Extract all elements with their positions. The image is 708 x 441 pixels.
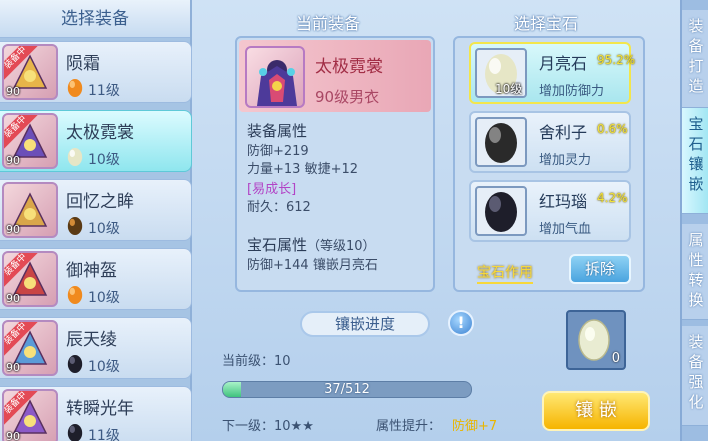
equipment-level: 90 bbox=[6, 430, 20, 441]
gem-attr-line: 防御+144 镶嵌月亮石 bbox=[247, 258, 378, 273]
gem-level: 10级 bbox=[88, 221, 120, 237]
attr-defense: 防御+219 bbox=[247, 144, 309, 159]
gem-rate: 0.6% bbox=[597, 122, 628, 136]
inlay-progress-bar: 37/512 bbox=[222, 381, 472, 398]
function-tabs: 装备打造宝石镶嵌属性转换装备强化 bbox=[680, 0, 708, 441]
equipment-name: 太极霓裳 bbox=[315, 57, 383, 77]
equipment-item[interactable]: 装备中 90 御神盔 10级 bbox=[0, 248, 192, 310]
tab-2[interactable]: 属性转换 bbox=[682, 224, 708, 320]
tab-label: 装备强化 bbox=[688, 333, 704, 411]
gem-rate: 4.2% bbox=[597, 191, 628, 205]
gem-icon bbox=[66, 423, 84, 441]
gem-level: 10级 bbox=[88, 290, 120, 306]
equipment-thumbnail-icon: 装备中 90 bbox=[2, 251, 58, 307]
gem-icon bbox=[66, 216, 84, 236]
equipment-attr-title: 装备属性 bbox=[247, 122, 308, 140]
equipment-level: 90 bbox=[6, 361, 20, 374]
equipment-thumbnail-icon: 90 bbox=[2, 182, 58, 238]
robe-icon bbox=[245, 46, 305, 108]
inlay-button[interactable]: 镶 嵌 bbox=[542, 391, 650, 431]
tab-0[interactable]: 装备打造 bbox=[682, 10, 708, 108]
equipment-item[interactable]: 90 回忆之眸 10级 bbox=[0, 179, 192, 241]
gem-level: 10级 bbox=[88, 152, 120, 168]
gem-icon bbox=[66, 285, 84, 305]
equipment-thumbnail-icon: 装备中 90 bbox=[2, 389, 58, 441]
equipment-item[interactable]: 装备中 90 陨霜 11级 bbox=[0, 41, 192, 103]
gem-option[interactable]: 舍利子 0.6% 增加灵力 bbox=[469, 111, 631, 173]
gem-effect-link[interactable]: 宝石作用 bbox=[477, 262, 533, 284]
gem-level: 11级 bbox=[88, 83, 120, 99]
gem-icon bbox=[475, 117, 527, 167]
equipment-item[interactable]: 装备中 90 转瞬光年 11级 bbox=[0, 386, 192, 441]
gem-name: 红玛瑙 bbox=[539, 192, 588, 211]
gem-option[interactable]: 10级 月亮石 95.2% 增加防御力 bbox=[469, 42, 635, 104]
tab-label: 属性转换 bbox=[688, 231, 704, 309]
gem-name: 月亮石 bbox=[539, 54, 588, 73]
equipment-list-panel: 选择装备 装备中 90 陨霜 11级 装备中 90 太极霓裳 10级 90 回忆之眸 10级 装备中 9… bbox=[0, 0, 192, 441]
tab-label: 装备打造 bbox=[688, 17, 704, 95]
equipment-header: 太极霓裳 90级男衣 bbox=[239, 40, 431, 112]
next-level: 下一级：10★★ bbox=[222, 419, 314, 434]
equipment-thumbnail-icon: 装备中 90 bbox=[2, 44, 58, 100]
current-level: 当前级：10 bbox=[222, 354, 291, 369]
gem-rate: 95.2% bbox=[597, 53, 636, 67]
equipment-name: 太极霓裳 bbox=[66, 123, 134, 143]
special-tag: [易成长] bbox=[247, 182, 297, 197]
gem-icon bbox=[66, 354, 84, 374]
gem-effect: 增加气血 bbox=[539, 222, 592, 237]
gem-icon bbox=[66, 78, 84, 98]
gem-level: 10级 bbox=[88, 359, 120, 375]
gem-level: 11级 bbox=[88, 428, 120, 441]
gem-cost-count: 0 bbox=[611, 351, 620, 366]
gem-level: 10级 bbox=[495, 82, 523, 96]
equipment-name: 转瞬光年 bbox=[66, 399, 134, 419]
attr-stats: 力量+13 敏捷+12 bbox=[247, 162, 359, 177]
gem-attr-title: 宝石属性（等级10） bbox=[247, 234, 376, 255]
progress-text: 37/512 bbox=[324, 382, 370, 397]
durability: 耐久：612 bbox=[247, 200, 311, 215]
equipment-level: 90 bbox=[6, 85, 20, 98]
gem-icon bbox=[475, 186, 527, 236]
gem-cost-slot[interactable]: 0 bbox=[566, 310, 626, 370]
gem-effect: 增加防御力 bbox=[539, 84, 605, 99]
equipment-item[interactable]: 装备中 90 辰天绫 10级 bbox=[0, 317, 192, 379]
equipment-thumbnail-icon: 装备中 90 bbox=[2, 113, 58, 169]
gem-attr-label: 宝石属性 bbox=[247, 236, 308, 254]
gem-icon bbox=[66, 147, 84, 167]
equipment-name: 御神盔 bbox=[66, 261, 117, 281]
equipment-item[interactable]: 装备中 90 太极霓裳 10级 bbox=[0, 110, 192, 172]
info-icon[interactable]: ! bbox=[448, 310, 474, 336]
equipment-level: 90 bbox=[6, 154, 20, 167]
gem-icon: 10级 bbox=[475, 48, 527, 98]
equipment-thumbnail-icon: 装备中 90 bbox=[2, 320, 58, 376]
gem-attr-level: （等级10） bbox=[307, 239, 376, 254]
gem-option[interactable]: 红玛瑙 4.2% 增加气血 bbox=[469, 180, 631, 242]
equipment-level: 90 bbox=[6, 223, 20, 236]
gem-name: 舍利子 bbox=[539, 123, 588, 142]
equipment-type: 90级男衣 bbox=[315, 88, 380, 106]
attr-gain-label: 属性提升： bbox=[376, 419, 442, 434]
tab-1[interactable]: 宝石镶嵌 bbox=[682, 108, 708, 214]
gem-effect: 增加灵力 bbox=[539, 153, 592, 168]
equipment-list-title: 选择装备 bbox=[0, 0, 190, 38]
inlay-progress-banner: 镶嵌进度 bbox=[300, 311, 430, 337]
remove-gem-button[interactable]: 拆除 bbox=[569, 254, 631, 284]
equipment-level: 90 bbox=[6, 292, 20, 305]
equipment-name: 陨霜 bbox=[66, 54, 100, 74]
tab-label: 宝石镶嵌 bbox=[688, 115, 704, 193]
attr-gain-value: 防御+7 bbox=[452, 419, 498, 434]
current-equipment-card: 太极霓裳 90级男衣 装备属性 防御+219 力量+13 敏捷+12 [易成长]… bbox=[235, 36, 435, 292]
gem-select-title: 选择宝石 bbox=[514, 14, 579, 33]
gem-select-panel: 10级 月亮石 95.2% 增加防御力舍利子 0.6% 增加灵力红玛瑙 4.2% 增加气血 宝… bbox=[453, 36, 645, 292]
tab-3[interactable]: 装备强化 bbox=[682, 326, 708, 426]
equipment-name: 回忆之眸 bbox=[66, 192, 134, 212]
current-equipment-title: 当前装备 bbox=[296, 14, 361, 33]
gem-inlay-window: 选择装备 装备中 90 陨霜 11级 装备中 90 太极霓裳 10级 90 回忆之眸 10级 装备中 9… bbox=[0, 0, 708, 441]
equipment-name: 辰天绫 bbox=[66, 330, 117, 350]
inlay-progress-title: 镶嵌进度 bbox=[334, 315, 395, 333]
